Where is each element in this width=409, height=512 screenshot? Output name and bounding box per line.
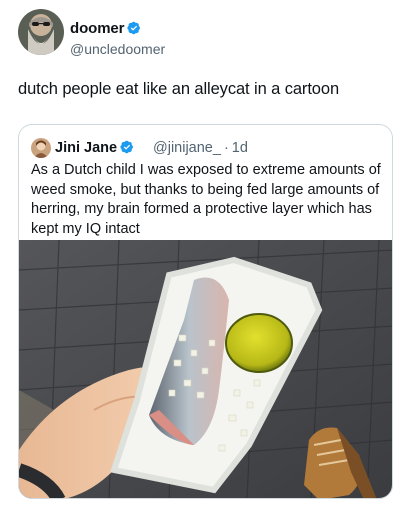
quoted-post-card[interactable]: Jini Jane @jinijane_ · 1d As a Dutch child… — [18, 124, 393, 499]
herring-photo-image — [19, 239, 392, 498]
quoted-author-handle[interactable]: @jinijane_ — [153, 140, 221, 156]
quoted-author-name[interactable]: Jini Jane — [55, 140, 117, 156]
quoted-avatar-image — [31, 138, 51, 158]
author-name-row[interactable]: doomer — [70, 20, 141, 37]
post-text: dutch people eat like an alleycat in a c… — [18, 80, 340, 98]
meta-separator: · — [223, 140, 229, 156]
quoted-post-text: As a Dutch child I was exposed to extrem… — [31, 162, 381, 237]
avatar-image — [18, 9, 64, 55]
quoted-meta: @jinijane_ · 1d — [153, 140, 248, 156]
author-handle[interactable]: @uncledoomer — [70, 41, 165, 57]
author-name[interactable]: doomer — [70, 20, 125, 37]
author-avatar[interactable] — [18, 9, 64, 55]
quoted-post-photo[interactable] — [19, 239, 392, 498]
quoted-author-name-row[interactable]: Jini Jane — [55, 140, 134, 156]
quoted-post-time[interactable]: 1d — [232, 140, 248, 156]
quoted-author-avatar[interactable] — [31, 138, 51, 158]
verified-badge-icon — [127, 21, 141, 35]
quoted-verified-badge-icon — [120, 140, 134, 154]
post-header: doomer @uncledoomer — [18, 9, 398, 57]
